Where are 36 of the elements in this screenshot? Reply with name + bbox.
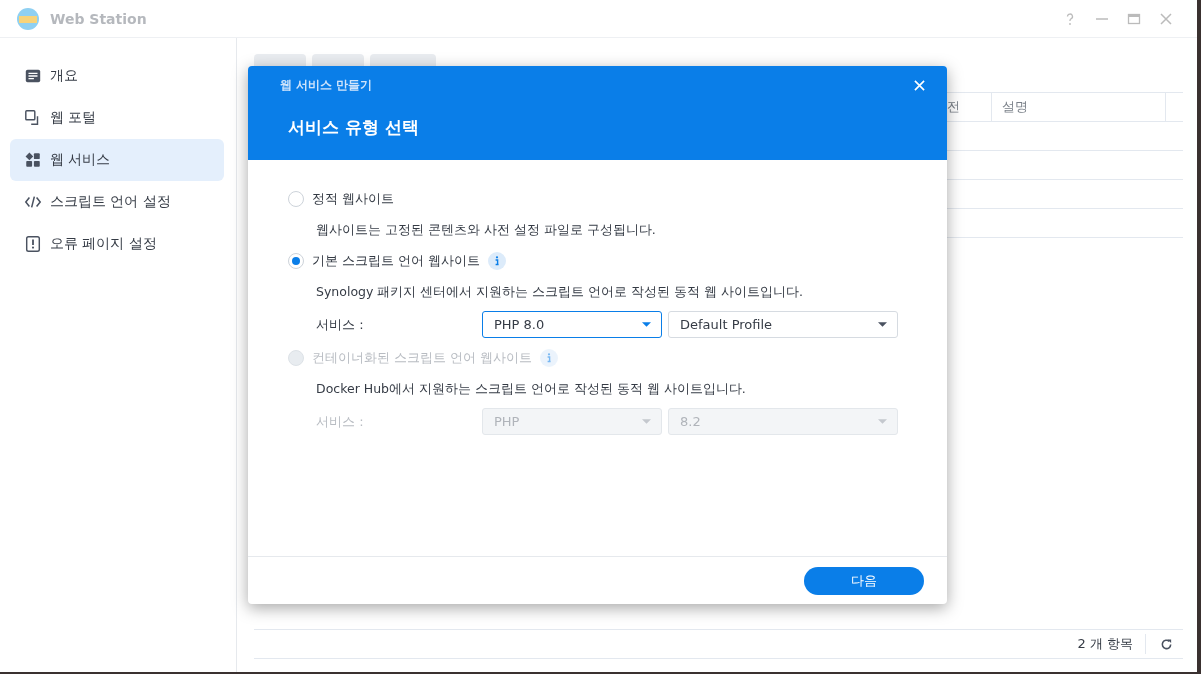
option-description: Docker Hub에서 지원하는 스크립트 언어로 작성된 동적 웹 사이트입니다. — [316, 381, 747, 398]
radio-button[interactable] — [288, 191, 304, 207]
service-label: 서비스 : — [316, 412, 365, 431]
grid-icon — [24, 151, 42, 169]
dropdown[interactable]: PHP 8.0 — [482, 311, 662, 338]
sidebar-item[interactable]: 웹 포털 — [10, 97, 224, 139]
maximize-icon[interactable] — [1127, 11, 1141, 26]
column-header: 전 — [947, 98, 960, 116]
column-header: 설명 — [1002, 98, 1028, 116]
dialog-title: 웹 서비스 만들기 — [280, 76, 373, 94]
caret-icon — [878, 418, 887, 425]
sidebar-item[interactable]: 오류 페이지 설정 — [10, 223, 224, 265]
option-description: 웹사이트는 고정된 콘텐츠와 사전 설정 파일로 구성됩니다. — [316, 222, 657, 239]
radio-button[interactable] — [288, 253, 304, 269]
caret-icon — [642, 418, 651, 425]
sidebar-item[interactable]: 개요 — [10, 55, 224, 97]
sidebar-item[interactable]: 스크립트 언어 설정 — [10, 181, 224, 223]
option-label: 정적 웹사이트 — [312, 190, 395, 208]
next-button[interactable]: 다음 — [804, 566, 924, 595]
dialog-heading: 서비스 유형 선택 — [288, 116, 420, 139]
option-label: 기본 스크립트 언어 웹사이트 — [312, 252, 481, 270]
info-icon[interactable] — [488, 252, 507, 270]
dropdown[interactable]: Default Profile — [668, 311, 898, 338]
item-count: 2 개 항목 — [1077, 635, 1133, 653]
option-description: Synology 패키지 센터에서 지원하는 스크립트 언어로 작성된 동적 웹 사이트입니다. — [316, 284, 805, 301]
window-title: Web Station — [50, 10, 147, 27]
close-icon[interactable] — [1159, 11, 1173, 26]
option-label: 컨테이너화된 스크립트 언어 웹사이트 — [312, 349, 533, 367]
document-icon — [24, 67, 42, 85]
caret-icon — [878, 321, 887, 328]
sidebar-item[interactable]: 웹 서비스 — [10, 139, 224, 181]
caret-icon — [642, 321, 651, 328]
alert-icon — [24, 235, 42, 253]
refresh-icon[interactable] — [1160, 637, 1173, 651]
service-label: 서비스 : — [316, 315, 365, 334]
app-logo-icon — [16, 6, 40, 31]
